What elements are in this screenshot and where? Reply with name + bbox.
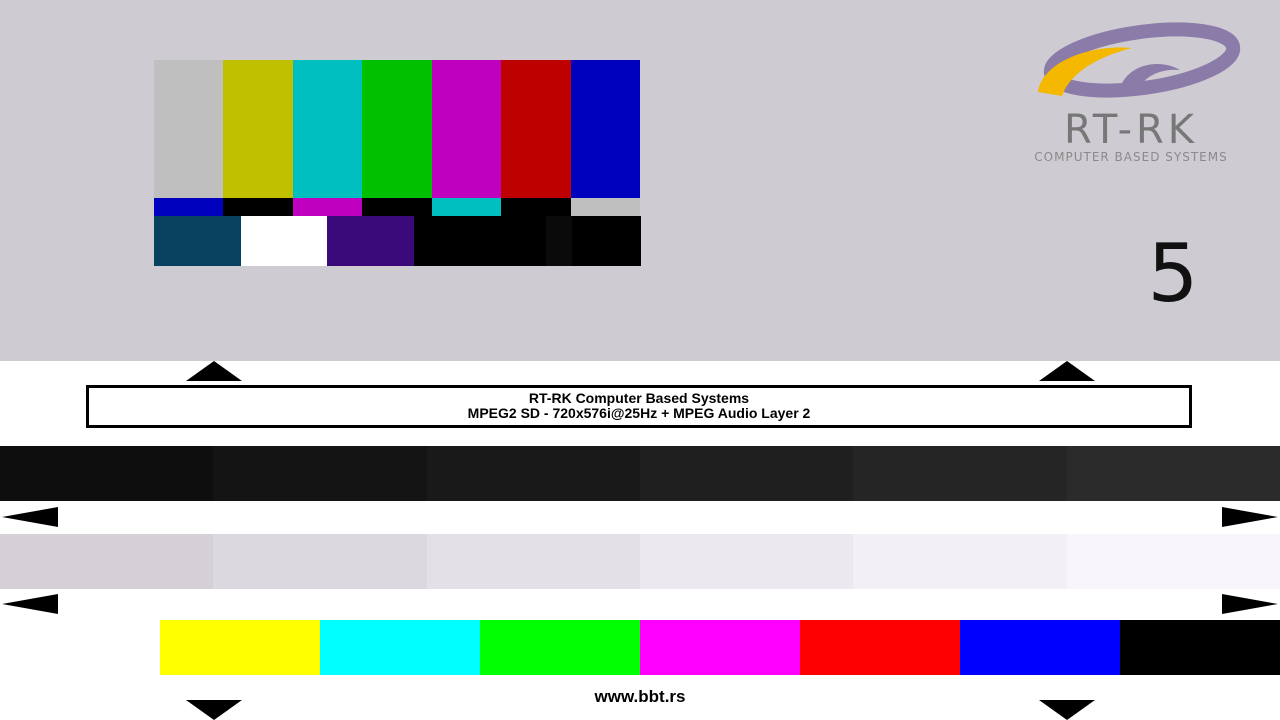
arrow-right-upper-icon	[1222, 507, 1278, 527]
light-step	[0, 534, 214, 589]
bottom-color-bar	[320, 620, 480, 675]
smpte-bottom-bar	[572, 216, 641, 266]
info-box: RT-RK Computer Based Systems MPEG2 SD - …	[86, 385, 1192, 428]
smpte-top-bar	[362, 60, 433, 198]
countdown-number: 5	[1147, 227, 1199, 320]
smpte-top-bar	[570, 60, 641, 198]
dark-gray-steps	[0, 446, 1280, 501]
arrow-left-upper-icon	[2, 507, 58, 527]
smpte-middle-bar	[431, 198, 502, 216]
smpte-color-bars	[154, 60, 641, 266]
bottom-color-bar	[800, 620, 960, 675]
light-gray-steps	[0, 534, 1280, 589]
logo-subtitle: COMPUTER BASED SYSTEMS	[1034, 150, 1228, 164]
light-step	[213, 534, 427, 589]
rt-rk-logo: RT-RK COMPUTER BASED SYSTEMS	[1010, 22, 1260, 172]
test-pattern-screen: RT-RK COMPUTER BASED SYSTEMS 5 RT-RK Com…	[0, 0, 1280, 720]
dark-step	[639, 446, 854, 501]
smpte-middle-bar	[292, 198, 363, 216]
logo-swirl-icon	[1038, 22, 1241, 98]
arrow-left-lower-icon	[2, 594, 58, 614]
smpte-top-bar	[431, 60, 502, 198]
bottom-color-bar	[160, 620, 320, 675]
smpte-bottom-bar	[546, 216, 573, 266]
info-line-title: RT-RK Computer Based Systems	[528, 390, 750, 406]
smpte-middle-bar	[570, 198, 641, 216]
smpte-bottom-bar	[327, 216, 415, 266]
smpte-top-bar	[501, 60, 572, 198]
bottom-color-bar	[960, 620, 1120, 675]
website-url: www.bbt.rs	[594, 687, 686, 706]
bottom-color-bar	[1120, 620, 1280, 675]
smpte-top-bar	[154, 60, 224, 198]
smpte-bottom-bar	[480, 216, 547, 266]
dark-step	[426, 446, 640, 501]
logo-title: RT-RK	[1063, 107, 1199, 153]
arrow-up-right-icon	[1039, 361, 1095, 381]
top-gray-area: RT-RK COMPUTER BASED SYSTEMS 5	[0, 0, 1280, 361]
bottom-color-bar	[480, 620, 640, 675]
bottom-color-bars	[160, 620, 1280, 675]
light-step	[426, 534, 640, 589]
arrow-down-left-icon	[186, 700, 242, 720]
smpte-top-bar	[223, 60, 294, 198]
light-step	[639, 534, 854, 589]
dark-step	[853, 446, 1067, 501]
info-line-format: MPEG2 SD - 720x576i@25Hz + MPEG Audio La…	[467, 405, 811, 421]
arrow-right-lower-icon	[1222, 594, 1278, 614]
arrow-down-right-icon	[1039, 700, 1095, 720]
smpte-middle-bar	[501, 198, 572, 216]
light-step	[853, 534, 1067, 589]
smpte-middle-bar	[223, 198, 294, 216]
bottom-color-bar	[640, 620, 800, 675]
dark-step	[1066, 446, 1280, 501]
light-step	[1066, 534, 1280, 589]
arrow-up-left-icon	[186, 361, 242, 381]
dark-step	[213, 446, 427, 501]
dark-step	[0, 446, 214, 501]
smpte-top-bar	[292, 60, 363, 198]
smpte-middle-bar	[154, 198, 224, 216]
smpte-bottom-bar	[414, 216, 481, 266]
smpte-bottom-bar	[241, 216, 328, 266]
smpte-middle-bar	[362, 198, 433, 216]
smpte-bottom-bar	[154, 216, 242, 266]
